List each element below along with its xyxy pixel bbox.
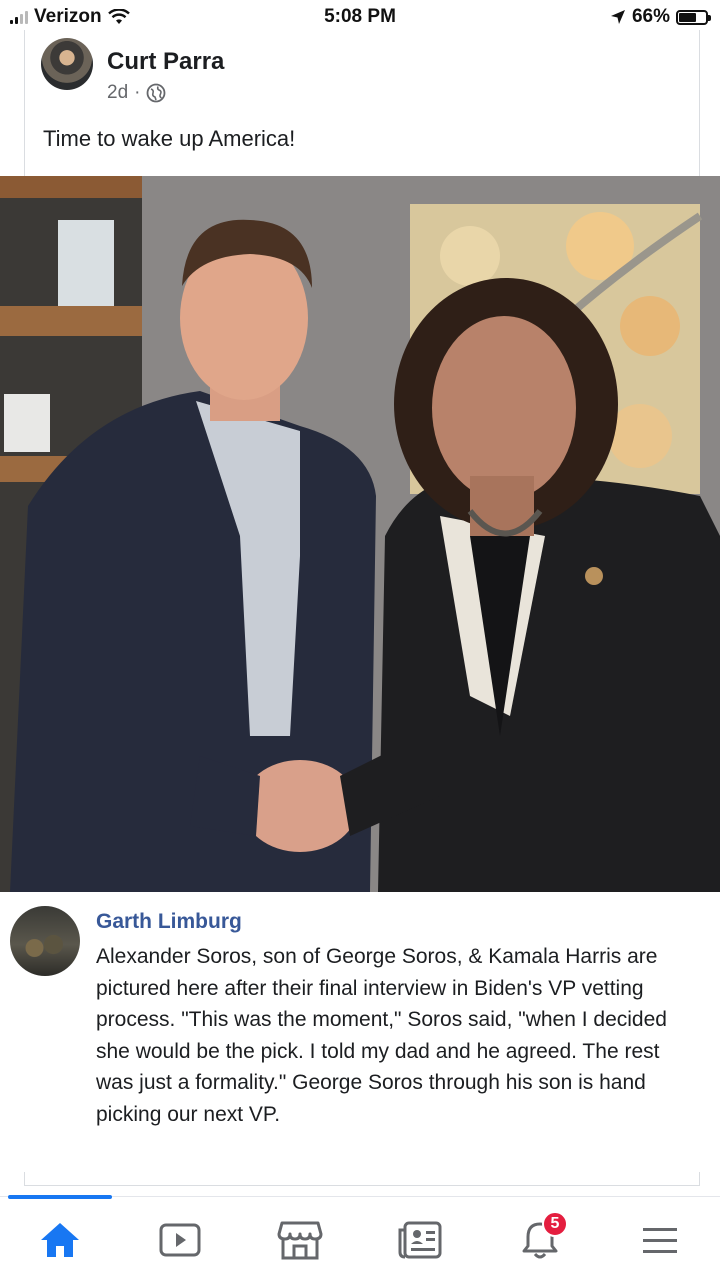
nav-menu[interactable]: [630, 1215, 690, 1265]
news-icon: [398, 1221, 442, 1259]
post-photo[interactable]: [0, 176, 720, 892]
post-meta: 2d ·: [107, 82, 166, 104]
nav-marketplace[interactable]: [270, 1215, 330, 1265]
battery-percent: 66%: [631, 6, 670, 27]
photo-illustration: [0, 176, 720, 892]
nav-notifications[interactable]: 5: [510, 1211, 570, 1265]
video-icon: [159, 1223, 201, 1257]
battery-icon: [676, 9, 711, 25]
globe-icon: [147, 83, 166, 103]
comment-section: Garth Limburg Alexander Soros, son of Ge…: [0, 892, 720, 1192]
notification-badge: 5: [542, 1211, 568, 1237]
nav-home[interactable]: [30, 1215, 90, 1265]
bottom-nav: 5: [0, 1195, 720, 1280]
comment-text: Alexander Soros, son of George Soros, & …: [96, 945, 667, 1126]
author-avatar[interactable]: [41, 38, 93, 90]
menu-icon: [643, 1228, 677, 1253]
post-timestamp[interactable]: 2d: [107, 82, 128, 104]
marketplace-icon: [277, 1221, 323, 1260]
post-text: Time to wake up America!: [43, 126, 296, 151]
nav-active-indicator: [8, 1195, 112, 1199]
status-right: 66%: [610, 6, 711, 28]
home-icon: [41, 1223, 79, 1257]
card-bottom-divider: [24, 1172, 700, 1186]
location-arrow-icon: [610, 10, 625, 24]
nav-news[interactable]: [390, 1215, 450, 1265]
battery-fill: [679, 12, 697, 22]
comment-author-name[interactable]: Garth Limburg: [96, 910, 242, 934]
post-author-name[interactable]: Curt Parra: [107, 48, 224, 76]
nav-video[interactable]: [150, 1215, 210, 1265]
meta-separator: ·: [134, 82, 141, 103]
post-card: Curt Parra 2d · Time to wake up America!: [24, 30, 700, 176]
commenter-avatar[interactable]: [10, 906, 80, 976]
